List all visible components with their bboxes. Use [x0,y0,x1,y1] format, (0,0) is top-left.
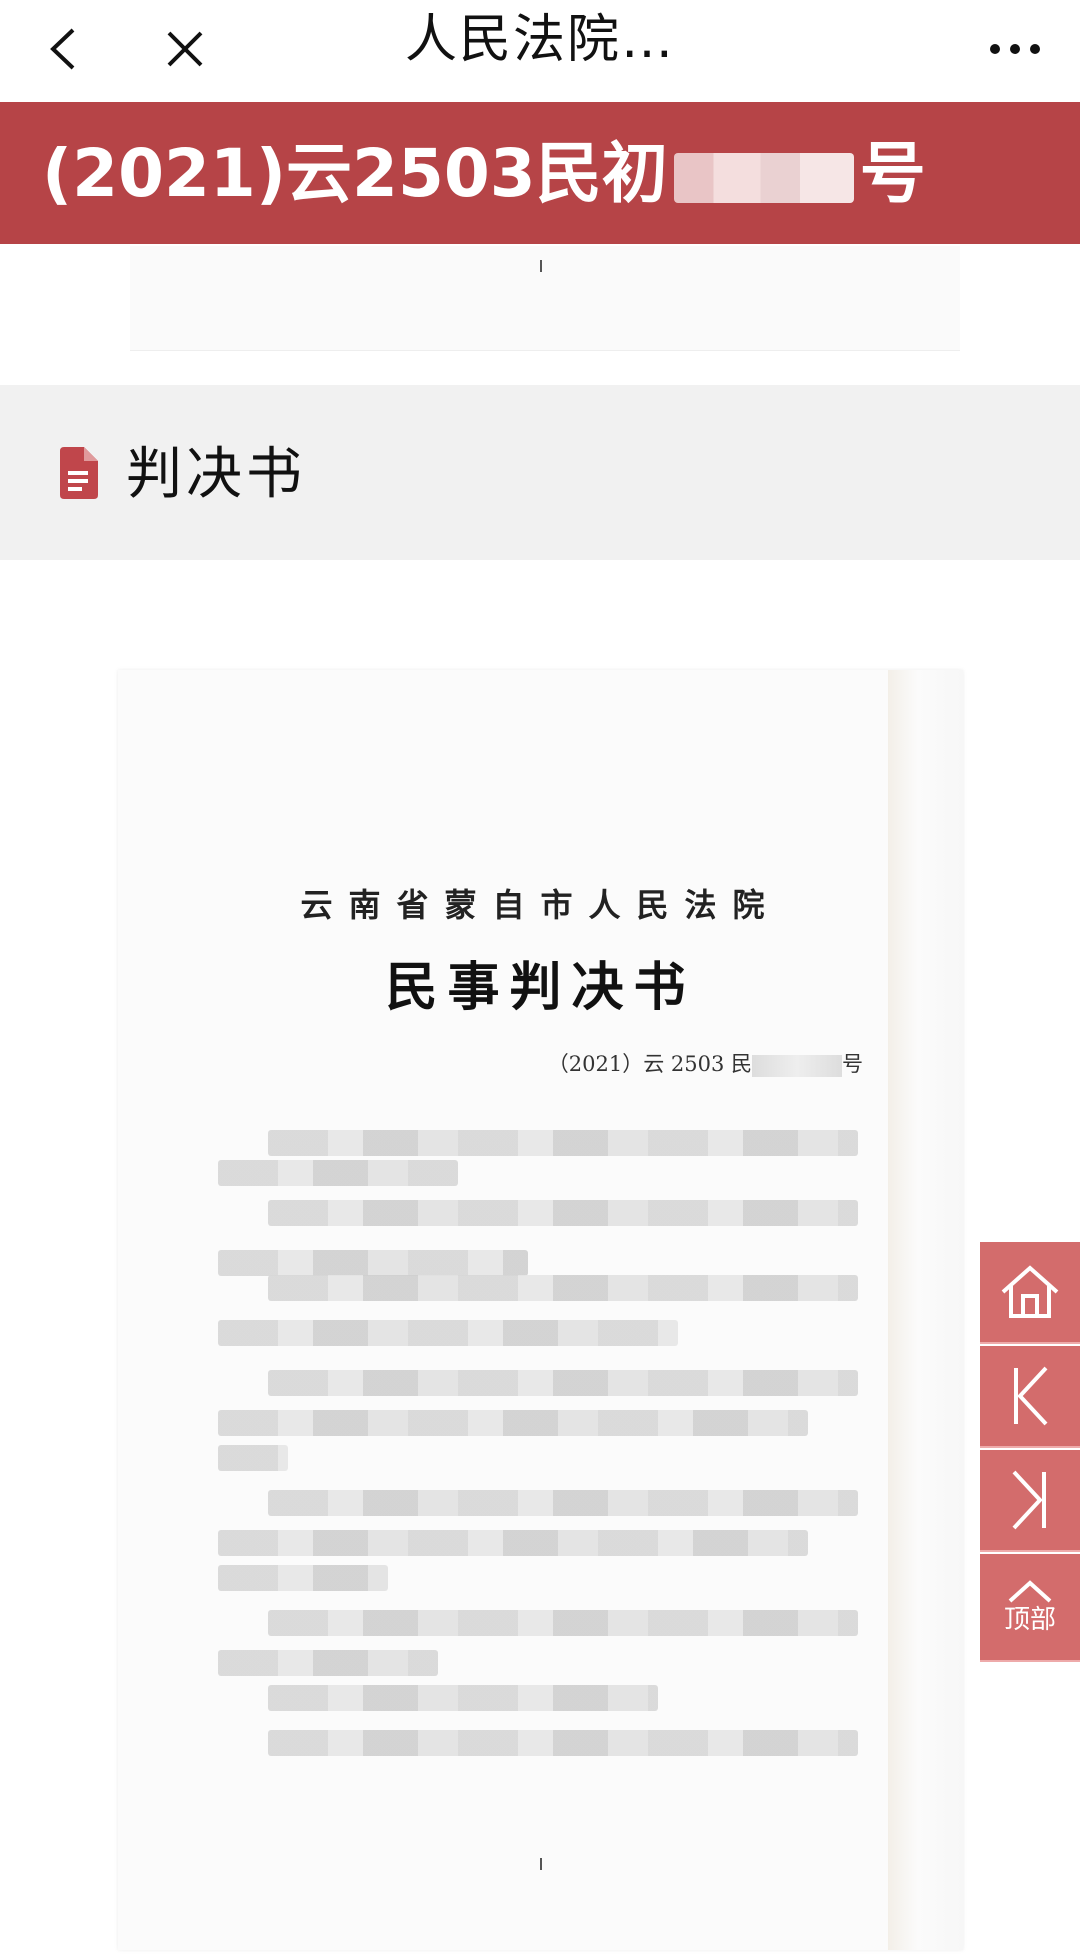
case-number-suffix: 号 [859,135,926,212]
document-number-suffix: 号 [842,1052,863,1076]
back-to-top-button[interactable]: 顶部 [980,1554,1080,1662]
document-page: 云南省蒙自市人民法院 民事判决书 （2021）云 2503 民 号 [118,670,963,1950]
blurred-text-line [218,1160,458,1186]
blurred-text-line [268,1610,858,1636]
back-button[interactable] [28,14,98,84]
more-dots-icon [990,44,1040,54]
next-page-icon [1012,1470,1046,1530]
blurred-text-line [268,1200,858,1226]
document-type-label: 判决书 [126,442,306,507]
blurred-text-line [268,1730,858,1756]
next-page-button[interactable] [980,1450,1080,1552]
document-number-prefix: （2021）云 2503 民 [547,1052,752,1076]
blurred-text-line [218,1250,528,1276]
home-button[interactable] [980,1242,1080,1344]
chevron-left-icon [50,28,75,70]
case-number-prefix: (2021)云2503民初 [42,135,668,212]
redacted-block [752,1054,842,1077]
blurred-text-line [218,1530,808,1556]
case-number: (2021)云2503民初 号 [42,124,926,224]
top-nav-bar: 人民法院… [0,0,1080,100]
blurred-text-line [268,1275,858,1301]
home-icon [1001,1265,1059,1318]
previous-page-button[interactable] [980,1346,1080,1448]
court-name: 云南省蒙自市人民法院 [300,886,781,924]
blurred-text-line [268,1370,858,1396]
blurred-text-line [218,1650,438,1676]
case-banner: (2021)云2503民初 号 [0,102,1080,244]
blurred-text-line [268,1685,658,1711]
page-tick-mark [540,1858,542,1870]
blurred-text-line [268,1130,858,1156]
blurred-text-line [218,1410,808,1436]
more-button[interactable] [980,14,1050,84]
document-type-bar[interactable]: 判决书 [0,385,1080,560]
blurred-text-line [218,1320,678,1346]
back-to-top-label: 顶部 [1003,1605,1056,1635]
redacted-block [673,152,854,203]
page-edge-shadow [888,670,963,1950]
blurred-text-line [218,1565,388,1591]
prev-page-icon [1014,1366,1048,1426]
blurred-text-line [268,1490,858,1516]
page-title: 人民法院… [404,10,675,70]
blurred-text-line [218,1445,288,1471]
document-title: 民事判决书 [385,957,696,1018]
document-number: （2021）云 2503 民 号 [548,1048,863,1078]
previous-page-strip [130,246,960,351]
page-tick-mark [540,260,542,272]
document-icon [60,447,98,499]
chevron-up-icon [1008,1580,1052,1603]
